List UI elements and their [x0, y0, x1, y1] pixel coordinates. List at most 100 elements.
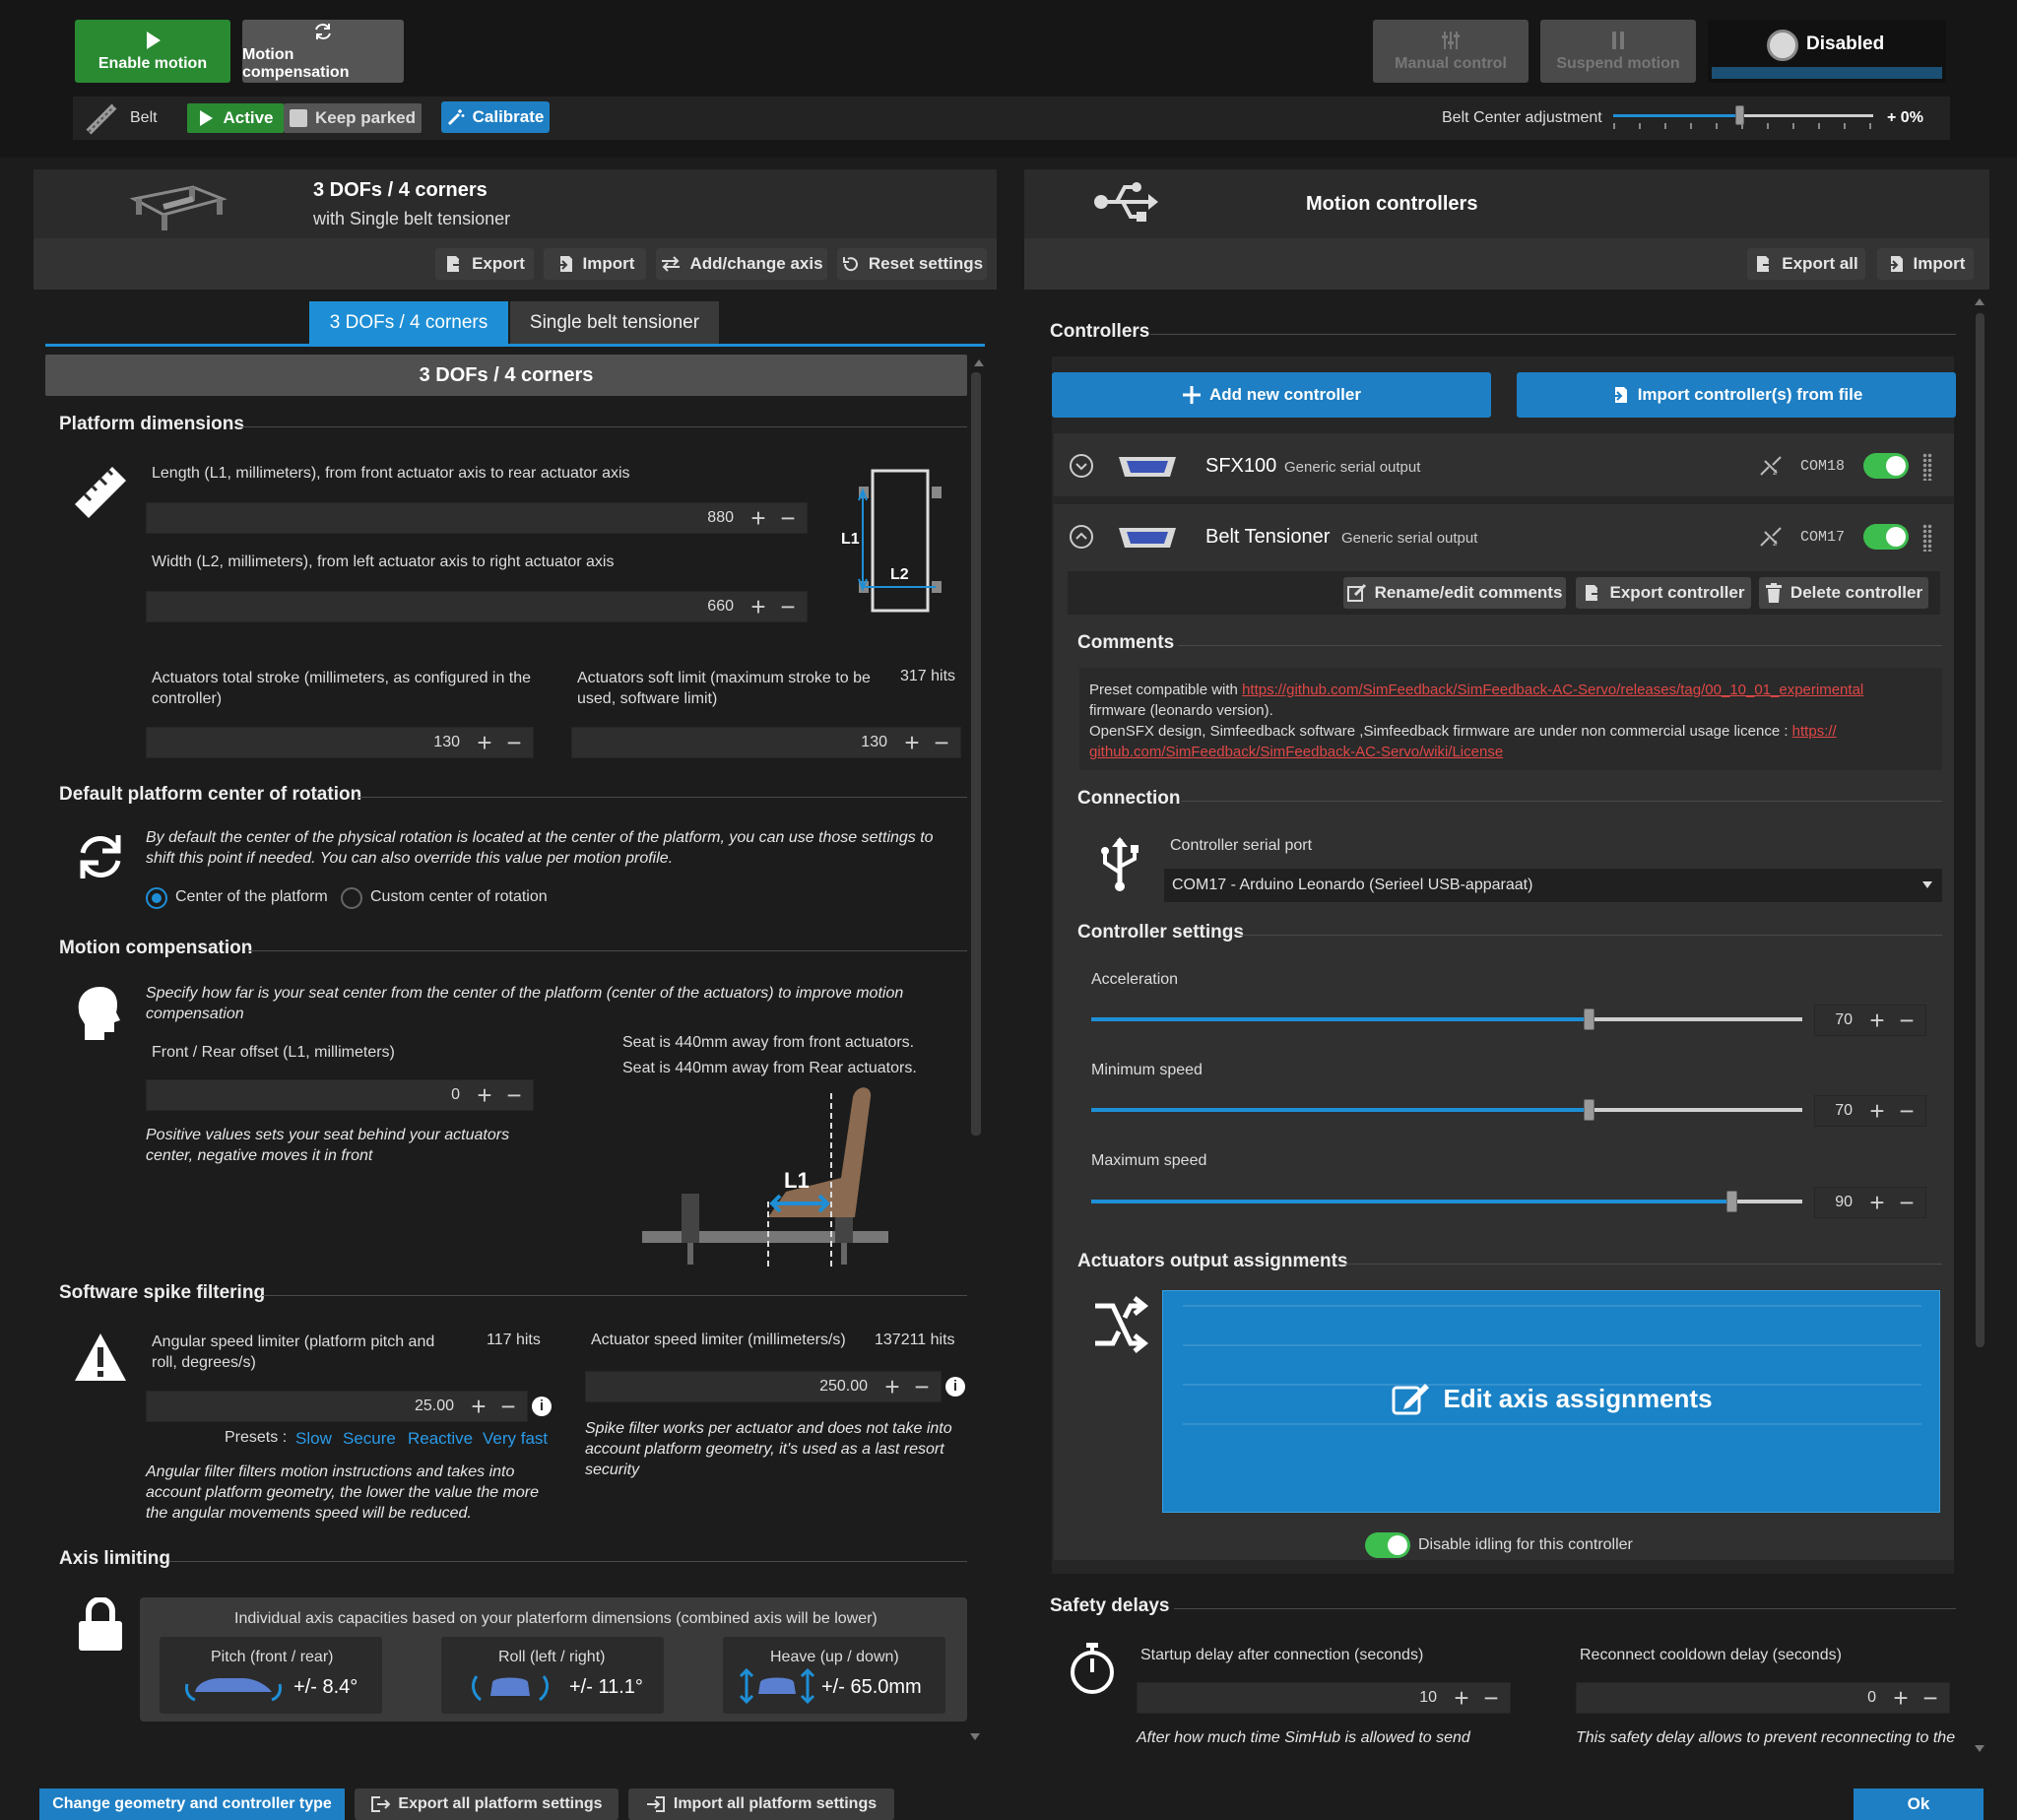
scroll-up-icon[interactable]: [1974, 293, 1985, 305]
min-speed-field[interactable]: 70 + −: [1814, 1095, 1926, 1127]
plus-icon[interactable]: +: [474, 1082, 495, 1108]
plus-icon[interactable]: +: [901, 730, 923, 755]
export-all-button[interactable]: Export all: [1747, 248, 1865, 280]
edit-axis-assignments-button[interactable]: Edit axis assignments: [1162, 1290, 1940, 1513]
diagram-l1: L1: [841, 531, 860, 548]
export-all-platform-button[interactable]: Export all platform settings: [355, 1788, 618, 1820]
actuator-field[interactable]: 250.00 + −: [585, 1371, 942, 1402]
stroke-field[interactable]: 130 + −: [146, 727, 534, 758]
max-speed-slider[interactable]: [1091, 1191, 1802, 1212]
soft-limit-field[interactable]: 130 + −: [571, 727, 961, 758]
length-field[interactable]: 880 + −: [146, 502, 808, 534]
info-icon[interactable]: i: [945, 1377, 965, 1397]
minus-icon[interactable]: −: [777, 505, 799, 531]
motion-compensation-button[interactable]: Motion compensation: [242, 20, 404, 83]
offset-field[interactable]: 0 + −: [146, 1079, 534, 1111]
preset-secure[interactable]: Secure: [343, 1429, 396, 1449]
minus-icon[interactable]: −: [1896, 1098, 1918, 1124]
import-from-file-button[interactable]: Import controller(s) from file: [1517, 372, 1956, 418]
controller-enabled-toggle[interactable]: [1863, 524, 1909, 550]
expand-icon[interactable]: [1070, 454, 1093, 478]
angular-field[interactable]: 25.00 + −: [146, 1391, 528, 1422]
disable-idling-toggle[interactable]: [1365, 1532, 1410, 1558]
minus-icon[interactable]: −: [931, 730, 952, 755]
scroll-up-icon[interactable]: [973, 355, 984, 368]
plus-icon[interactable]: +: [1866, 1190, 1888, 1215]
delete-controller-button[interactable]: Delete controller: [1759, 577, 1928, 609]
import-icon: [646, 1796, 665, 1812]
startup-field[interactable]: 10 + −: [1137, 1682, 1511, 1714]
minus-icon[interactable]: −: [503, 1082, 525, 1108]
belt-active-button[interactable]: Active: [187, 103, 284, 133]
tab-belt-tensioner[interactable]: Single belt tensioner: [510, 301, 719, 345]
reset-icon: [842, 257, 858, 272]
export-button[interactable]: Export: [435, 248, 534, 280]
preset-very-fast[interactable]: Very fast: [483, 1429, 548, 1449]
add-change-axis-button[interactable]: Add/change axis: [656, 248, 827, 280]
preset-reactive[interactable]: Reactive: [408, 1429, 473, 1449]
disabled-status[interactable]: Disabled: [1708, 20, 1946, 83]
import-all-platform-button[interactable]: Import all platform settings: [628, 1788, 894, 1820]
minus-icon[interactable]: −: [777, 594, 799, 619]
minus-icon[interactable]: −: [1480, 1685, 1502, 1711]
minus-icon[interactable]: −: [503, 730, 525, 755]
plus-icon[interactable]: +: [474, 730, 495, 755]
serial-port-select[interactable]: COM17 - Arduino Leonardo (Serieel USB-ap…: [1164, 869, 1942, 902]
plus-icon[interactable]: +: [468, 1394, 489, 1419]
width-field[interactable]: 660 + −: [146, 591, 808, 622]
import-button[interactable]: Import: [544, 248, 646, 280]
acceleration-slider[interactable]: [1091, 1008, 1802, 1030]
license-link-cont[interactable]: github.com/SimFeedback/SimFeedback-AC-Se…: [1089, 744, 1503, 760]
export-controller-button[interactable]: Export controller: [1576, 577, 1751, 609]
belt-center-thumb[interactable]: [1735, 105, 1744, 125]
plus-icon[interactable]: +: [1890, 1685, 1912, 1711]
controller-name: SFX100: [1205, 455, 1277, 477]
acceleration-thumb[interactable]: [1584, 1008, 1595, 1030]
reset-settings-button[interactable]: Reset settings: [837, 248, 987, 280]
suspend-motion-button[interactable]: Suspend motion: [1540, 20, 1696, 83]
minus-icon[interactable]: −: [1896, 1008, 1918, 1033]
ok-button[interactable]: Ok: [1854, 1788, 1984, 1820]
plus-icon[interactable]: +: [1451, 1685, 1472, 1711]
right-scrollbar[interactable]: [1976, 313, 1984, 1347]
controller-enabled-toggle[interactable]: [1863, 453, 1909, 479]
change-geometry-button[interactable]: Change geometry and controller type: [39, 1788, 345, 1820]
scroll-down-icon[interactable]: [969, 1729, 981, 1740]
radio-center[interactable]: [146, 887, 167, 909]
min-speed-thumb[interactable]: [1584, 1099, 1595, 1121]
add-new-controller-button[interactable]: Add new controller: [1052, 372, 1491, 418]
manual-control-button[interactable]: Manual control: [1373, 20, 1529, 83]
left-scrollbar[interactable]: [971, 372, 981, 1136]
drag-handle-icon[interactable]: [1922, 453, 1932, 481]
enable-motion-button[interactable]: Enable motion: [75, 20, 230, 83]
minus-icon[interactable]: −: [1896, 1190, 1918, 1215]
belt-center-slider[interactable]: [1613, 105, 1873, 125]
import-controllers-button[interactable]: Import: [1877, 248, 1974, 280]
minus-icon[interactable]: −: [911, 1374, 933, 1399]
plus-icon[interactable]: +: [748, 505, 769, 531]
plus-icon[interactable]: +: [748, 594, 769, 619]
info-icon[interactable]: i: [532, 1397, 552, 1416]
keep-parked-button[interactable]: Keep parked: [284, 103, 422, 133]
scroll-down-icon[interactable]: [1974, 1741, 1985, 1752]
plus-icon[interactable]: +: [1866, 1098, 1888, 1124]
minus-icon[interactable]: −: [497, 1394, 519, 1419]
acceleration-field[interactable]: 70 + −: [1814, 1005, 1926, 1036]
max-speed-field[interactable]: 90 + −: [1814, 1187, 1926, 1218]
max-speed-thumb[interactable]: [1725, 1191, 1737, 1212]
reconnect-field[interactable]: 0 + −: [1576, 1682, 1950, 1714]
firmware-link[interactable]: https://github.com/SimFeedback/SimFeedba…: [1242, 682, 1863, 698]
tab-3dofs[interactable]: 3 DOFs / 4 corners: [309, 301, 508, 345]
min-speed-slider[interactable]: [1091, 1099, 1802, 1121]
preset-slow[interactable]: Slow: [295, 1429, 332, 1449]
radio-custom[interactable]: [341, 887, 362, 909]
license-link[interactable]: https://: [1792, 723, 1837, 740]
soft-limit-label: Actuators soft limit (maximum stroke to …: [577, 670, 871, 707]
collapse-icon[interactable]: [1070, 525, 1093, 549]
drag-handle-icon[interactable]: [1922, 524, 1932, 552]
calibrate-button[interactable]: Calibrate: [441, 101, 550, 133]
plus-icon[interactable]: +: [881, 1374, 903, 1399]
minus-icon[interactable]: −: [1919, 1685, 1941, 1711]
plus-icon[interactable]: +: [1866, 1008, 1888, 1033]
rename-comments-button[interactable]: Rename/edit comments: [1343, 577, 1566, 609]
